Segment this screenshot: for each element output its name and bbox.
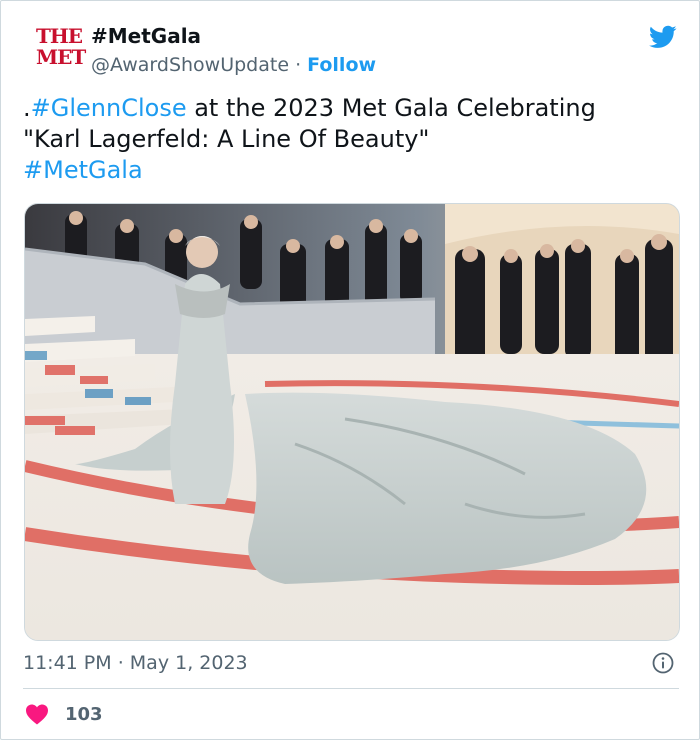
handle-row: @AwardShowUpdate · Follow [91, 51, 376, 79]
tweet-header: THE MET #MetGala @AwardShowUpdate · Foll… [23, 23, 679, 76]
display-name[interactable]: #MetGala [91, 23, 376, 49]
avatar-line-2: MET [36, 45, 86, 69]
like-count[interactable]: 103 [65, 704, 103, 725]
handle[interactable]: @AwardShowUpdate [91, 54, 289, 76]
tweet-meta: 11:41 PM · May 1, 2023 [23, 649, 679, 677]
tweet-card: THE MET #MetGala @AwardShowUpdate · Foll… [0, 0, 700, 740]
heart-icon[interactable] [25, 703, 49, 725]
tweet-date[interactable]: May 1, 2023 [130, 652, 248, 674]
info-icon[interactable] [651, 651, 675, 675]
tweet-photo[interactable] [24, 203, 680, 641]
avatar[interactable]: THE MET [36, 24, 86, 72]
divider [23, 688, 679, 689]
follow-button[interactable]: Follow [307, 54, 376, 76]
meta-separator: · [111, 652, 130, 674]
met-gala-photo [25, 204, 679, 640]
handle-separator: · [289, 54, 308, 76]
tweet-text: .#GlennClose at the 2023 Met Gala Celebr… [23, 93, 673, 186]
hashtag-metgala[interactable]: #MetGala [23, 156, 143, 184]
like-section: 103 [25, 701, 103, 727]
account-names: #MetGala @AwardShowUpdate · Follow [91, 23, 376, 79]
avatar-line-1: THE [36, 24, 83, 48]
twitter-bird-icon[interactable] [647, 23, 679, 51]
hashtag-glennclose[interactable]: #GlennClose [31, 94, 187, 122]
text-prefix: . [23, 94, 31, 122]
tweet-time[interactable]: 11:41 PM [23, 652, 112, 674]
